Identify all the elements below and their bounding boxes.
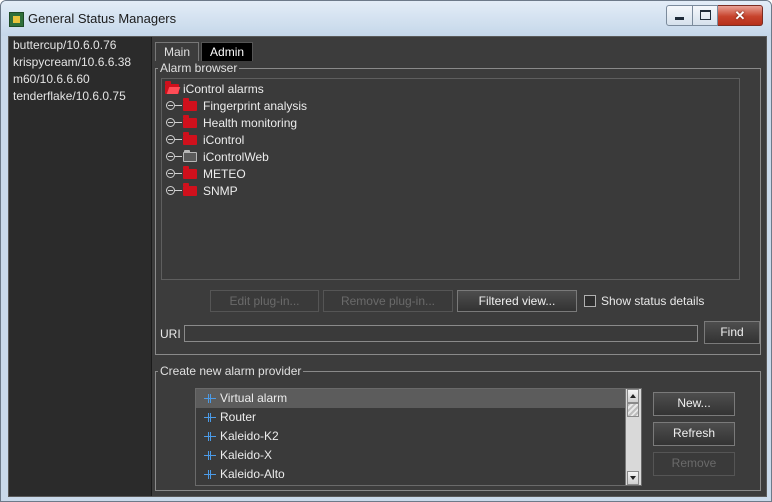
show-status-details-label: Show status details [601,294,705,308]
uri-label: URI [160,327,181,341]
scroll-down-arrow-icon[interactable] [627,471,639,485]
provider-item-router[interactable]: Router [196,408,641,427]
show-status-details-checkbox[interactable] [584,295,596,307]
app-window: General Status Managers ✕ buttercup/10.6… [0,0,772,502]
provider-item-label: Router [220,410,257,424]
red-folder-icon [183,98,197,111]
tree-root-label: iControl alarms [183,82,264,96]
provider-item-kaleido-alto[interactable]: Kaleido-Alto [196,465,641,484]
alarm-provider-group: Create new alarm provider Virtual alarm … [155,364,761,491]
provider-icon [204,394,216,403]
minimize-button[interactable] [666,5,693,26]
window-title: General Status Managers [28,11,177,26]
tab-bar: Main Admin [155,42,255,61]
tree-node-label: iControlWeb [203,150,269,164]
red-folder-icon [183,132,197,145]
maximize-button[interactable] [693,5,718,26]
remove-plugin-button[interactable]: Remove plug-in... [323,290,453,312]
provider-icon [204,432,216,441]
remove-provider-button[interactable]: Remove [653,452,735,476]
provider-item-label: Virtual alarm [220,391,288,405]
tree-node-label: iControl [203,133,245,147]
scroll-up-arrow-icon[interactable] [627,389,639,403]
server-item[interactable]: buttercup/10.6.0.76 [9,37,151,54]
provider-icon [204,451,216,460]
expand-icon[interactable] [166,186,175,195]
tab-main[interactable]: Main [155,42,200,61]
uri-input[interactable] [184,325,698,342]
expand-icon[interactable] [166,118,175,127]
grey-folder-icon [183,150,197,162]
server-item[interactable]: m60/10.6.6.60 [9,71,151,88]
tree-node-label: SNMP [203,184,238,198]
refresh-button[interactable]: Refresh [653,422,735,446]
alarm-provider-legend: Create new alarm provider [158,364,304,378]
scroll-thumb[interactable] [627,403,639,417]
provider-item-label: Kaleido-X [220,448,273,462]
window-controls: ✕ [666,5,763,26]
provider-icon [204,413,216,422]
app-icon [9,12,24,27]
title-bar[interactable]: General Status Managers ✕ [1,1,771,36]
provider-list[interactable]: Virtual alarm Router Kaleido-K2 Kaleido-… [195,388,642,486]
server-list[interactable]: buttercup/10.6.0.76 krispycream/10.6.6.3… [9,37,152,496]
close-button[interactable]: ✕ [718,5,763,26]
expand-icon[interactable] [166,169,175,178]
red-folder-icon [183,115,197,128]
provider-item-label: Kaleido-K2 [220,429,279,443]
open-folder-icon [165,81,179,94]
expand-icon[interactable] [166,152,175,161]
provider-item-label: Kaleido-Alto [220,467,285,481]
expand-icon[interactable] [166,135,175,144]
alarm-browser-group: Alarm browser iControl alarms Fingerprin… [155,61,761,355]
tree-node-label: Health monitoring [203,116,298,130]
red-folder-icon [183,183,197,196]
provider-item-kaleido-x[interactable]: Kaleido-X [196,446,641,465]
close-icon: ✕ [734,8,746,23]
new-provider-button[interactable]: New... [653,392,735,416]
server-item[interactable]: tenderflake/10.6.0.75 [9,88,151,105]
provider-item-kaleido-k2[interactable]: Kaleido-K2 [196,427,641,446]
red-folder-icon [183,166,197,179]
minimize-icon [675,17,684,20]
client-area: buttercup/10.6.0.76 krispycream/10.6.6.3… [8,36,767,497]
tree-node-label: Fingerprint analysis [203,99,308,113]
edit-plugin-button[interactable]: Edit plug-in... [210,290,319,312]
filtered-view-button[interactable]: Filtered view... [457,290,577,312]
alarm-browser-legend: Alarm browser [158,61,240,75]
tree-node-label: METEO [203,167,246,181]
server-item[interactable]: krispycream/10.6.6.38 [9,54,151,71]
provider-icon [204,470,216,479]
alarm-tree[interactable]: iControl alarms Fingerprint analysis Hea… [161,78,740,280]
tab-admin[interactable]: Admin [201,42,254,61]
provider-item-virtual-alarm[interactable]: Virtual alarm [196,389,641,408]
expand-icon[interactable] [166,101,175,110]
provider-list-scrollbar[interactable] [625,389,641,485]
find-button[interactable]: Find [704,321,760,344]
maximize-icon [700,10,711,20]
